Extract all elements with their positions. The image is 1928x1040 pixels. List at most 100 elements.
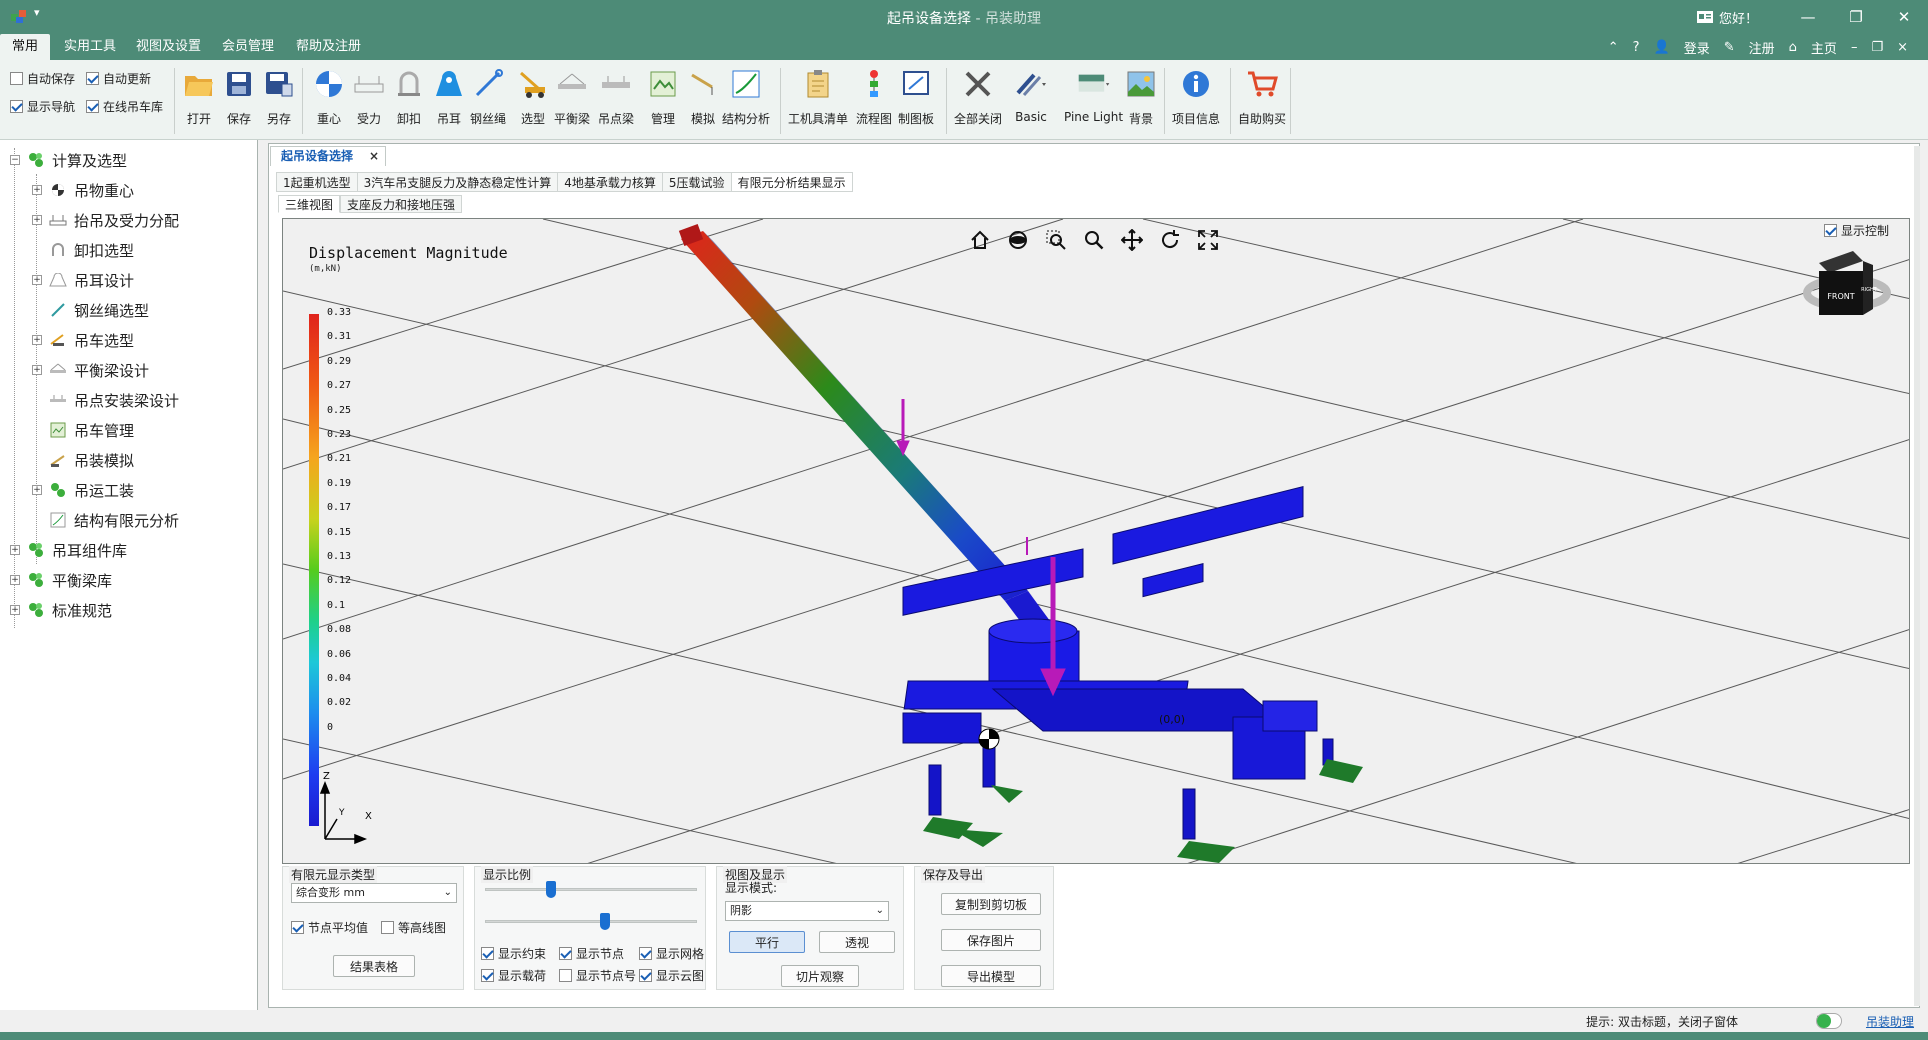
display-mode-select[interactable]: 阴影 ⌄ [725,901,889,921]
parallel-projection-button[interactable]: 平行 [729,931,805,953]
analysis-button[interactable]: 结构分析 [722,66,770,138]
tree-item-fea[interactable]: 结构有限元分析 [48,507,179,533]
document-scrollbar[interactable] [1914,146,1920,1006]
show-control-checkbox[interactable]: 显示控制 [1823,222,1889,239]
minimize-button[interactable]: — [1784,0,1832,34]
pointbeam-button[interactable]: 吊点梁 [598,66,634,138]
contour-checkbox[interactable]: 等高线图 [381,919,446,936]
autoupdate-checkbox[interactable]: 自动更新 [86,70,151,87]
perspective-projection-button[interactable]: 透视 [819,931,895,953]
subtab-reactions[interactable]: 支座反力和接地压强 [340,195,463,213]
login-link[interactable]: 登录 [1684,38,1710,57]
app-link[interactable]: 吊装助理 [1866,1013,1914,1030]
tab-common[interactable]: 常用 [0,34,51,60]
fea-type-select[interactable]: 综合变形 mm ⌄ [291,883,457,903]
closeall-button[interactable]: 全部关闭 [954,66,1002,138]
pinelight-style-button[interactable]: Pine Light [1064,66,1123,138]
show-node-ids-checkbox[interactable]: 显示节点号 [559,967,636,984]
tree-item-transport[interactable]: + 吊运工装 [32,477,134,503]
shackle-button[interactable]: 卸扣 [392,66,426,138]
simulate-button[interactable]: 模拟 [686,66,720,138]
save-button[interactable]: 保存 [222,66,256,138]
saveas-button[interactable]: 另存 [262,66,296,138]
beam-button[interactable]: 平衡梁 [554,66,590,138]
subtab-3d-view[interactable]: 三维视图 [278,195,341,213]
subtab-outrigger[interactable]: 3汽车吊支腿反力及静态稳定性计算 [356,172,558,192]
pan-icon[interactable] [1119,227,1145,253]
board-button[interactable]: 制图板 [898,66,934,138]
home-link[interactable]: 主页 [1811,38,1837,57]
tree-item-lug[interactable]: + 吊耳设计 [32,267,134,293]
tree-item-cog[interactable]: + 吊物重心 [32,177,134,203]
scale-slider-2[interactable] [485,911,697,931]
flowchart-button[interactable]: 流程图 [856,66,892,138]
show-constraints-checkbox[interactable]: 显示约束 [481,945,546,962]
projinfo-button[interactable]: 项目信息 [1172,66,1220,138]
result-table-button[interactable]: 结果表格 [333,955,415,977]
show-cloud-checkbox[interactable]: 显示云图 [639,967,704,984]
scale-slider-1[interactable] [485,879,697,899]
cog-button[interactable]: 重心 [312,66,346,138]
show-mesh-checkbox[interactable]: 显示网格 [639,945,704,962]
show-nodes-checkbox[interactable]: 显示节点 [559,945,624,962]
export-model-button[interactable]: 导出模型 [941,965,1041,987]
mdi-close-icon[interactable]: × [1897,40,1908,55]
show-loads-checkbox[interactable]: 显示载荷 [481,967,546,984]
subtab-fea-results[interactable]: 有限元分析结果显示 [730,172,853,192]
toollist-button[interactable]: 工机具清单 [788,66,848,138]
home-view-icon[interactable] [967,227,993,253]
tab-membership[interactable]: 会员管理 [210,34,286,60]
copy-clipboard-button[interactable]: 复制到剪切板 [941,893,1041,915]
tree-root-calc[interactable]: − 计算及选型 [10,147,127,173]
view-cube[interactable]: FRONT RIGHT [1803,251,1891,315]
background-button[interactable]: 背景 [1124,66,1158,138]
help-icon[interactable]: ? [1633,40,1640,55]
zoom-icon[interactable] [1081,227,1107,253]
mdi-minimize-icon[interactable]: – [1851,40,1858,55]
lug-button[interactable]: 吊耳 [432,66,466,138]
tree-item-wirerope[interactable]: 钢丝绳选型 [48,297,149,323]
status-toggle[interactable] [1816,1013,1842,1029]
tree-root-beam-lib[interactable]: + 平衡梁库 [10,567,112,593]
slice-view-button[interactable]: 切片观察 [781,965,859,987]
onlinecrane-checkbox[interactable]: 在线吊车库 [86,98,163,115]
subtab-foundation[interactable]: 4地基承载力核算 [557,172,662,192]
manage-button[interactable]: 管理 [646,66,680,138]
tree-item-shackle[interactable]: 卸扣选型 [48,237,134,263]
subtab-ballast[interactable]: 5压载试验 [661,172,731,192]
tab-view-settings[interactable]: 视图及设置 [124,34,213,60]
tree-item-cranemanage[interactable]: 吊车管理 [48,417,134,443]
open-button[interactable]: 打开 [182,66,216,138]
restore-button[interactable]: ❐ [1832,0,1880,34]
register-link[interactable]: 注册 [1749,38,1775,57]
node-average-checkbox[interactable]: 节点平均值 [291,919,368,936]
close-tab-icon[interactable]: × [369,147,379,166]
buy-button[interactable]: 自助购买 [1238,66,1286,138]
tree-item-crane[interactable]: + 吊车选型 [32,327,134,353]
selection-button[interactable]: 选型 [516,66,550,138]
close-button[interactable]: ✕ [1880,0,1928,34]
mdi-restore-icon[interactable]: ❐ [1871,40,1883,55]
3d-viewport[interactable]: FRONT RIGHT Z X Y Displacement Magnitude… [282,218,1910,864]
autosave-checkbox[interactable]: 自动保存 [10,70,75,87]
tree-item-simulate[interactable]: 吊装模拟 [48,447,134,473]
document-tab[interactable]: 起吊设备选择 × [270,146,387,166]
tree-item-tandem[interactable]: + 抬吊及受力分配 [32,207,179,233]
tree-item-pointbeam[interactable]: 吊点安装梁设计 [48,387,179,413]
shownav-checkbox[interactable]: 显示导航 [10,98,75,115]
force-button[interactable]: 受力 [352,66,386,138]
basic-style-button[interactable]: Basic [1014,66,1048,138]
fullscreen-icon[interactable] [1195,227,1221,253]
tree-root-lug-lib[interactable]: + 吊耳组件库 [10,537,127,563]
wirerope-button[interactable]: 钢丝绳 [470,66,506,138]
zoom-window-icon[interactable] [1043,227,1069,253]
3d-scene[interactable]: FRONT RIGHT Z X Y [283,219,1910,864]
tree-root-standards[interactable]: + 标准规范 [10,597,112,623]
collapse-ribbon-icon[interactable]: ⌃ [1608,40,1619,55]
tree-item-beam[interactable]: + 平衡梁设计 [32,357,149,383]
orbit-icon[interactable] [1005,227,1031,253]
subtab-crane-selection[interactable]: 1起重机选型 [276,172,357,192]
save-image-button[interactable]: 保存图片 [941,929,1041,951]
tab-tools[interactable]: 实用工具 [52,34,128,60]
rotate-icon[interactable] [1157,227,1183,253]
